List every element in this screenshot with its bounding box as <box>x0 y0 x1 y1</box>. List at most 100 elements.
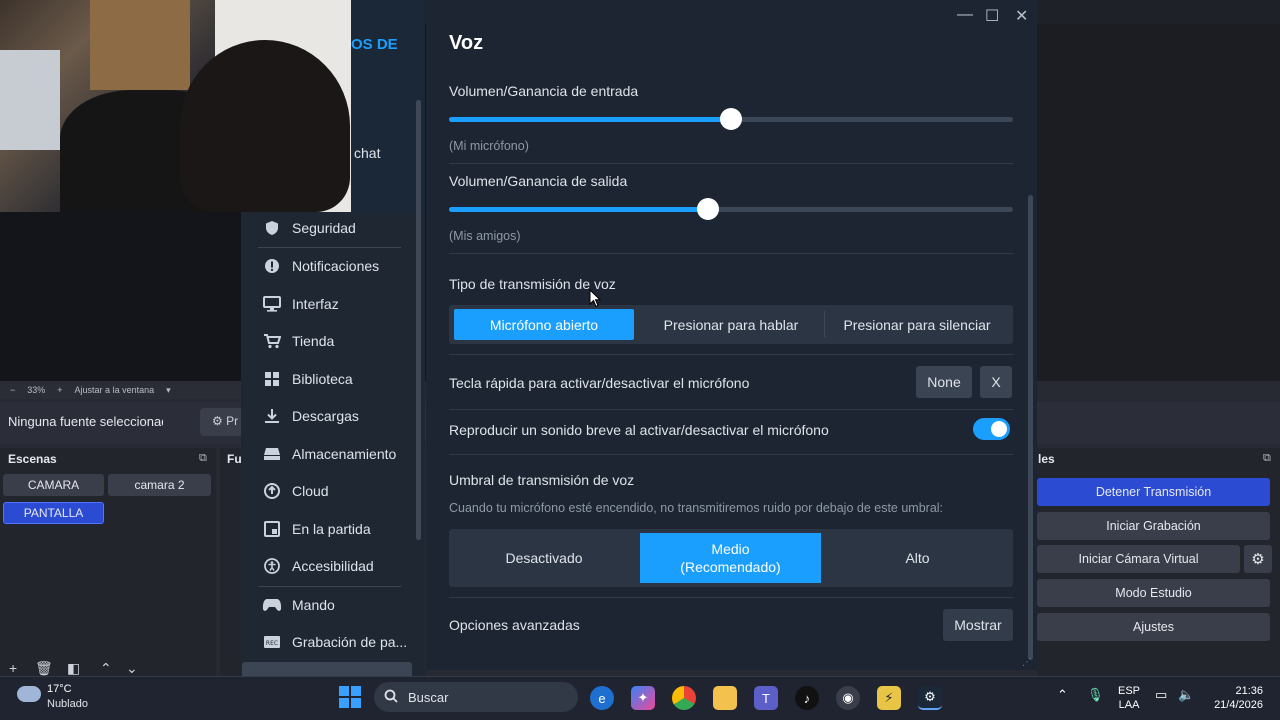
weather-temperature[interactable]: 17°C <box>47 683 72 695</box>
transmission-push-to-talk[interactable]: Presionar para hablar <box>639 309 823 340</box>
sidebar-item-mando[interactable]: Mando <box>262 593 335 617</box>
sources-title: Fu <box>227 452 242 466</box>
volume-icon[interactable]: 🔈 <box>1178 688 1194 702</box>
scene-pantalla[interactable]: PANTALLA <box>3 502 104 524</box>
sidebar-item-label: Cloud <box>292 483 329 499</box>
sidebar-item-cloud[interactable]: Cloud <box>262 479 329 503</box>
file-explorer-icon[interactable] <box>713 686 737 710</box>
output-volume-label: Volumen/Ganancia de salida <box>449 173 628 189</box>
sidebar-item-tienda[interactable]: Tienda <box>262 329 334 353</box>
sidebar-item-seguridad[interactable]: Seguridad <box>262 216 356 240</box>
sources-dock <box>220 448 242 676</box>
undock-icon[interactable]: ⧉ <box>199 452 207 465</box>
input-volume-fill <box>449 117 731 122</box>
webcam-person-head <box>180 40 350 212</box>
language-indicator[interactable]: ESP LAA <box>1118 684 1140 712</box>
sidebar-item-descargas[interactable]: Descargas <box>262 404 359 428</box>
sidebar-item-label: Interfaz <box>292 296 339 312</box>
weather-description[interactable]: Nublado <box>47 698 88 710</box>
obs-zoom-bar: − 33% + Ajustar a la ventana ▾ <box>0 381 260 399</box>
output-volume-slider[interactable] <box>449 198 1013 220</box>
hotkey-clear-button[interactable]: X <box>980 366 1012 398</box>
separator <box>449 597 1013 598</box>
controller-icon <box>262 598 282 612</box>
input-volume-knob[interactable] <box>720 108 742 130</box>
close-icon[interactable]: ✕ <box>1015 6 1028 26</box>
minimize-icon[interactable]: — <box>957 6 973 24</box>
undock-controls-icon[interactable]: ⧉ <box>1263 452 1271 465</box>
sidebar-item-chat[interactable]: chat <box>354 145 380 161</box>
clock-time: 21:36 <box>1235 685 1263 697</box>
scenes-title: Escenas <box>8 452 57 466</box>
threshold-medium[interactable]: Medio (Recomendado) <box>640 533 821 583</box>
sidebar-item-interfaz[interactable]: Interfaz <box>262 292 339 316</box>
resize-grip-icon[interactable]: ⋰ <box>1022 657 1032 668</box>
sidebar-item-biblioteca[interactable]: Biblioteca <box>262 367 353 391</box>
show-advanced-button[interactable]: Mostrar <box>943 609 1013 641</box>
microphone-icon[interactable]: 🎙 <box>1087 688 1104 702</box>
accessibility-icon <box>262 558 282 574</box>
capcut-icon[interactable]: ⚡ <box>877 686 901 710</box>
separator <box>449 454 1013 455</box>
tiktok-icon[interactable]: ♪ <box>795 686 819 710</box>
output-volume-knob[interactable] <box>697 198 719 220</box>
zoom-level: 33% <box>27 385 46 395</box>
panel-scrollbar[interactable] <box>1028 195 1033 660</box>
edge-icon[interactable]: e <box>590 686 614 710</box>
taskbar-search[interactable]: Buscar <box>374 682 578 712</box>
move-up-icon[interactable]: ⌃ <box>100 660 112 676</box>
threshold-off[interactable]: Desactivado <box>454 533 634 583</box>
network-icon[interactable]: ▭ <box>1155 688 1167 702</box>
transmission-open-mic[interactable]: Micrófono abierto <box>454 309 634 340</box>
download-icon <box>262 408 282 424</box>
properties-button[interactable]: ⚙ Pr <box>200 408 244 436</box>
webcam-window-bg <box>0 50 60 150</box>
filter-icon[interactable]: ◧ <box>67 660 80 676</box>
add-scene-icon[interactable]: + <box>9 660 17 676</box>
move-down-icon[interactable]: ⌄ <box>126 660 138 676</box>
steam-sidebar-header-area <box>340 0 425 215</box>
tray-chevron-icon[interactable]: ⌃ <box>1057 688 1068 702</box>
scene-camara[interactable]: CAMARA <box>3 474 104 496</box>
cloud-weather-icon[interactable] <box>17 686 41 702</box>
sidebar-item-voz-selected[interactable] <box>242 662 412 676</box>
zoom-in-icon[interactable]: + <box>57 385 62 395</box>
stop-stream-button[interactable]: Detener Transmisión <box>1037 478 1270 506</box>
zoom-out-icon[interactable]: − <box>10 385 15 395</box>
start-recording-button[interactable]: Iniciar Grabación <box>1037 512 1270 540</box>
sidebar-item-label: Grabación de pa... <box>292 634 408 650</box>
virtual-camera-button[interactable]: Iniciar Cámara Virtual <box>1037 545 1240 573</box>
webcam-overlay <box>0 0 351 212</box>
advanced-options-label: Opciones avanzadas <box>449 617 580 633</box>
fit-window-label[interactable]: Ajustar a la ventana <box>75 385 155 395</box>
steam-icon[interactable]: ⚙ <box>918 686 942 710</box>
windows-start-icon[interactable] <box>339 686 361 708</box>
gear-icon[interactable]: ⚙ <box>1244 545 1272 573</box>
no-source-label: Ninguna fuente seleccionada <box>8 414 163 429</box>
input-volume-slider[interactable] <box>449 108 1013 130</box>
sidebar-item-en-la-partida[interactable]: En la partida <box>262 517 371 541</box>
sidebar-item-label: Mando <box>292 597 335 613</box>
copilot-icon[interactable]: ✦ <box>631 686 655 710</box>
sidebar-item-accesibilidad[interactable]: Accesibilidad <box>262 554 374 578</box>
clock[interactable]: 21:36 21/4/2026 <box>1209 684 1263 712</box>
play-sound-toggle[interactable] <box>973 418 1010 440</box>
chevron-down-icon[interactable]: ▾ <box>166 385 171 396</box>
teams-icon[interactable]: T <box>754 686 778 710</box>
studio-mode-button[interactable]: Modo Estudio <box>1037 579 1270 607</box>
sidebar-scrollbar[interactable] <box>416 100 421 540</box>
ingame-icon <box>262 521 282 537</box>
chrome-icon[interactable] <box>672 686 696 710</box>
scene-camara-2[interactable]: camara 2 <box>108 474 211 496</box>
sidebar-item-grabacion[interactable]: REC Grabación de pa... <box>262 630 407 654</box>
transmission-push-to-mute[interactable]: Presionar para silenciar <box>825 309 1009 340</box>
remove-scene-icon[interactable]: 🗑 <box>35 660 53 676</box>
input-volume-label: Volumen/Ganancia de entrada <box>449 83 639 99</box>
sidebar-item-notificaciones[interactable]: Notificaciones <box>262 254 379 278</box>
obs-icon[interactable]: ◉ <box>836 686 860 710</box>
maximize-icon[interactable]: ☐ <box>985 6 999 26</box>
sidebar-item-almacenamiento[interactable]: Almacenamiento <box>262 442 396 466</box>
threshold-high[interactable]: Alto <box>827 533 1008 583</box>
settings-button[interactable]: Ajustes <box>1037 613 1270 641</box>
hotkey-button[interactable]: None <box>916 366 972 398</box>
